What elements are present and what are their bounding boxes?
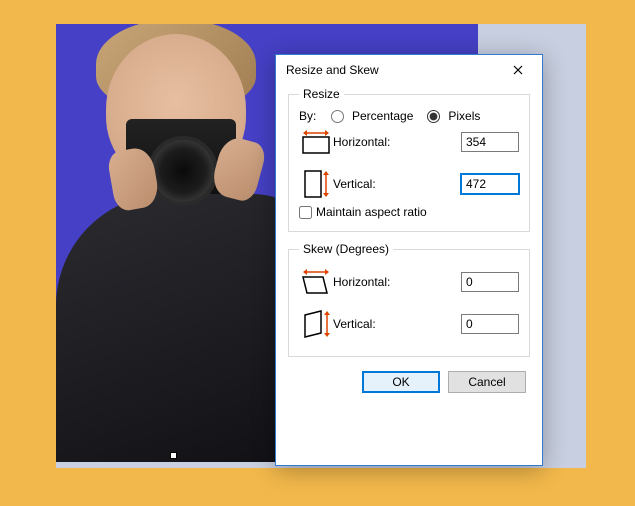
resize-vertical-icon xyxy=(301,169,331,199)
skew-legend: Skew (Degrees) xyxy=(299,242,393,256)
maintain-aspect-checkbox[interactable]: Maintain aspect ratio xyxy=(299,205,519,219)
resize-vertical-input[interactable] xyxy=(461,174,519,194)
close-icon xyxy=(513,65,523,75)
resize-vertical-label: Vertical: xyxy=(333,177,461,191)
skew-horizontal-label: Horizontal: xyxy=(333,275,461,289)
by-label: By: xyxy=(299,109,325,123)
skew-vertical-label: Vertical: xyxy=(333,317,461,331)
resize-horizontal-label: Horizontal: xyxy=(333,135,461,149)
skew-vertical-icon xyxy=(301,309,331,339)
skew-group: Skew (Degrees) Horizontal: xyxy=(288,242,530,357)
resize-skew-dialog: Resize and Skew Resize By: Percentage Pi… xyxy=(275,54,543,466)
pixels-label: Pixels xyxy=(448,109,480,123)
dialog-title: Resize and Skew xyxy=(286,63,498,77)
resize-handle[interactable] xyxy=(170,452,177,459)
resize-legend: Resize xyxy=(299,87,344,101)
percentage-label: Percentage xyxy=(352,109,413,123)
close-button[interactable] xyxy=(498,57,538,83)
cancel-button[interactable]: Cancel xyxy=(448,371,526,393)
maintain-aspect-label: Maintain aspect ratio xyxy=(316,205,427,219)
resize-group: Resize By: Percentage Pixels xyxy=(288,87,530,232)
dialog-titlebar[interactable]: Resize and Skew xyxy=(276,55,542,85)
resize-horizontal-input[interactable] xyxy=(461,132,519,152)
skew-horizontal-icon xyxy=(301,269,331,295)
ok-button[interactable]: OK xyxy=(362,371,440,393)
resize-horizontal-icon xyxy=(301,129,331,155)
percentage-radio[interactable]: Percentage xyxy=(331,109,413,123)
pixels-radio[interactable]: Pixels xyxy=(427,109,480,123)
skew-vertical-input[interactable] xyxy=(461,314,519,334)
skew-horizontal-input[interactable] xyxy=(461,272,519,292)
